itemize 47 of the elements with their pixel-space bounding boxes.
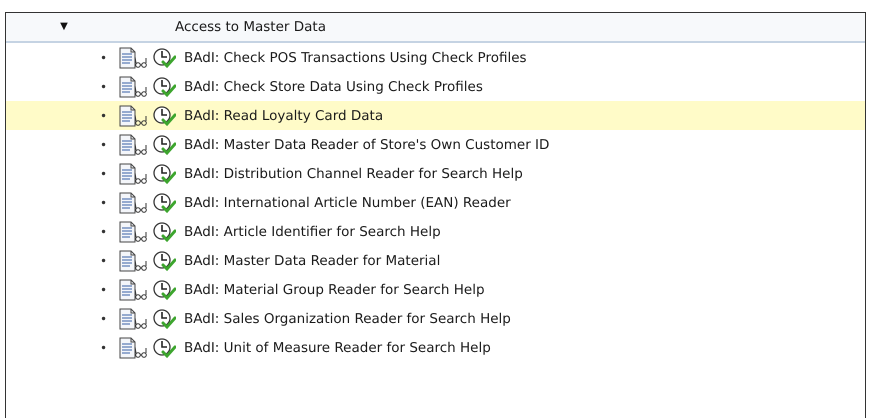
bullet: •	[100, 196, 108, 210]
node-label: BAdI: Sales Organization Reader for Search Help	[184, 310, 511, 326]
node-title: Access to Master Data	[175, 19, 326, 35]
bullet: •	[100, 254, 108, 268]
bullet: •	[100, 50, 108, 64]
node-label: BAdI: Check POS Transactions Using Check Profiles	[184, 50, 527, 66]
document-glasses-icon[interactable]	[118, 76, 148, 98]
bullet: •	[100, 312, 108, 326]
tree-row[interactable]: • BAdI: Read Loyalty Card Data	[6, 101, 865, 130]
bullet: •	[100, 80, 108, 94]
bullet: •	[100, 282, 108, 296]
clock-check-icon[interactable]	[152, 250, 176, 272]
document-glasses-icon[interactable]	[118, 162, 148, 184]
bullet: •	[100, 340, 108, 354]
clock-check-icon[interactable]	[152, 134, 176, 156]
node-label: BAdI: Article Identifier for Search Help	[184, 224, 441, 240]
document-glasses-icon[interactable]	[118, 336, 148, 358]
node-label: BAdI: Unit of Measure Reader for Search Help	[184, 340, 491, 356]
bullet: •	[100, 224, 108, 238]
document-glasses-icon[interactable]	[118, 220, 148, 242]
clock-check-icon[interactable]	[152, 46, 176, 68]
document-glasses-icon[interactable]	[118, 104, 148, 126]
node-label: BAdI: Master Data Reader of Store's Own Customer ID	[184, 136, 550, 152]
document-glasses-icon[interactable]	[118, 250, 148, 272]
clock-check-icon[interactable]	[152, 220, 176, 242]
node-label: BAdI: International Article Number (EAN) Reader	[184, 194, 511, 210]
document-glasses-icon[interactable]	[118, 308, 148, 330]
bullet: •	[100, 138, 108, 152]
node-label: BAdI: Check Store Data Using Check Profiles	[184, 78, 483, 94]
clock-check-icon[interactable]	[152, 192, 176, 214]
clock-check-icon[interactable]	[152, 308, 176, 330]
document-glasses-icon[interactable]	[118, 192, 148, 214]
clock-check-icon[interactable]	[152, 162, 176, 184]
node-label: BAdI: Distribution Channel Reader for Search Help	[184, 166, 523, 182]
clock-check-icon[interactable]	[152, 104, 176, 126]
document-glasses-icon[interactable]	[118, 278, 148, 300]
bullet: •	[100, 108, 108, 122]
collapse-toggle[interactable]: ▼	[49, 22, 79, 32]
node-label: BAdI: Master Data Reader for Material	[184, 252, 440, 268]
node-label: BAdI: Material Group Reader for Search Help	[184, 282, 485, 298]
clock-check-icon[interactable]	[152, 278, 176, 300]
document-glasses-icon[interactable]	[118, 134, 148, 156]
clock-check-icon[interactable]	[152, 76, 176, 98]
clock-check-icon[interactable]	[152, 336, 176, 358]
bullet: •	[100, 166, 108, 180]
document-glasses-icon[interactable]	[118, 46, 148, 68]
node-label: BAdI: Read Loyalty Card Data	[184, 108, 384, 124]
